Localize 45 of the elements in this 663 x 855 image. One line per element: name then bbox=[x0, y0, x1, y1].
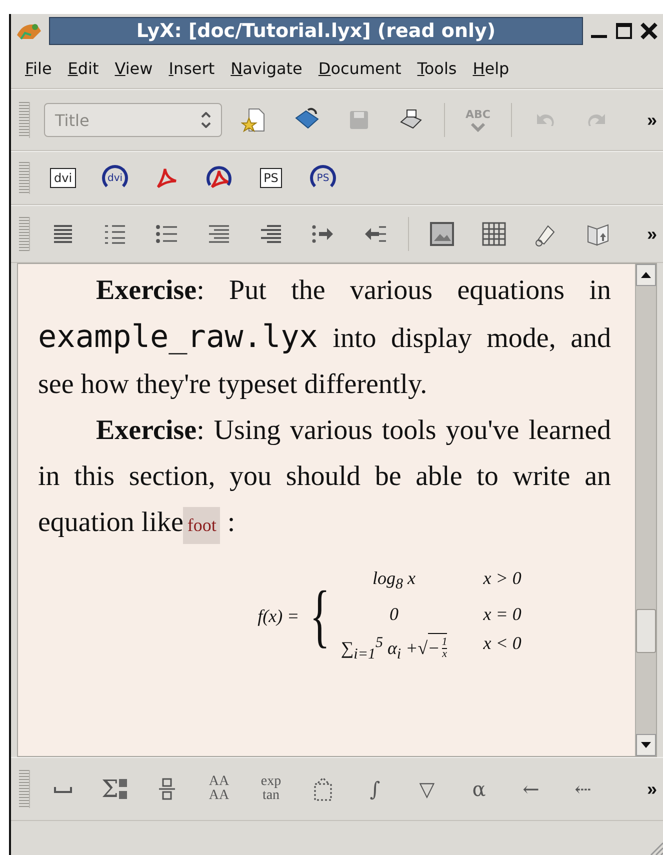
update-button[interactable]: PS bbox=[304, 160, 342, 196]
scroll-up-icon[interactable] bbox=[641, 272, 651, 278]
menu-item[interactable]: Help bbox=[464, 58, 518, 78]
footnote-inset[interactable]: foot bbox=[183, 507, 220, 544]
symbol-button[interactable]: α bbox=[460, 771, 498, 807]
checkmark-icon bbox=[470, 122, 486, 132]
close-icon[interactable] bbox=[639, 21, 659, 41]
update-button[interactable]: dvi bbox=[96, 160, 134, 196]
space-icon bbox=[54, 786, 72, 792]
toolbar-grip[interactable] bbox=[19, 162, 30, 194]
scroll-down-icon[interactable] bbox=[641, 742, 651, 748]
paragraph: Exercise: Using various tools you've learned in this section, you should be able to write an equation like foot : bbox=[38, 408, 611, 546]
maximize-icon[interactable] bbox=[615, 22, 633, 40]
more-button[interactable]: » bbox=[646, 110, 657, 130]
toolbar-grip[interactable] bbox=[19, 217, 30, 251]
font-button[interactable]: exp tan bbox=[252, 771, 290, 807]
view-button[interactable]: dvi bbox=[44, 160, 82, 196]
more-button[interactable]: » bbox=[646, 224, 657, 244]
symbol-button[interactable]: ← bbox=[512, 771, 550, 807]
menu-item[interactable]: Edit bbox=[60, 58, 107, 78]
scrollbar[interactable] bbox=[635, 264, 656, 756]
font-button[interactable]: AA AA bbox=[200, 771, 238, 807]
brace: { bbox=[310, 582, 330, 652]
symbol-button[interactable]: ∫ bbox=[356, 771, 394, 807]
menu-item[interactable]: Tools bbox=[409, 58, 465, 78]
menu-item[interactable]: View bbox=[106, 58, 161, 78]
image-icon bbox=[428, 220, 456, 248]
placeholder-boxes-icon bbox=[118, 777, 128, 801]
sum-button[interactable]: Σ bbox=[96, 771, 134, 807]
window-title: LyX: [doc/Tutorial.lyx] (read only) bbox=[49, 17, 583, 45]
menu-item[interactable]: Insert bbox=[160, 58, 223, 78]
paragraph: Exercise: Put the various equations in example_raw.lyx into display mode, and see how they're typeset differently. bbox=[38, 274, 611, 402]
symbol-button[interactable]: ▽ bbox=[408, 771, 446, 807]
menu-item[interactable]: Document bbox=[310, 58, 410, 78]
menu-item[interactable]: File bbox=[17, 58, 60, 78]
more-button[interactable]: » bbox=[646, 778, 657, 800]
symbol-button[interactable]: ⇠ bbox=[564, 771, 602, 807]
scroll-thumb[interactable] bbox=[636, 609, 656, 654]
view-button[interactable]: PS bbox=[252, 160, 290, 196]
toolbar-grip[interactable] bbox=[19, 102, 30, 138]
table-icon bbox=[480, 220, 508, 248]
toolbar-grip[interactable] bbox=[19, 770, 30, 808]
radical-sign: √ bbox=[418, 636, 428, 660]
menu-item[interactable]: Navigate bbox=[222, 58, 310, 78]
spinner-icon bbox=[201, 112, 211, 128]
